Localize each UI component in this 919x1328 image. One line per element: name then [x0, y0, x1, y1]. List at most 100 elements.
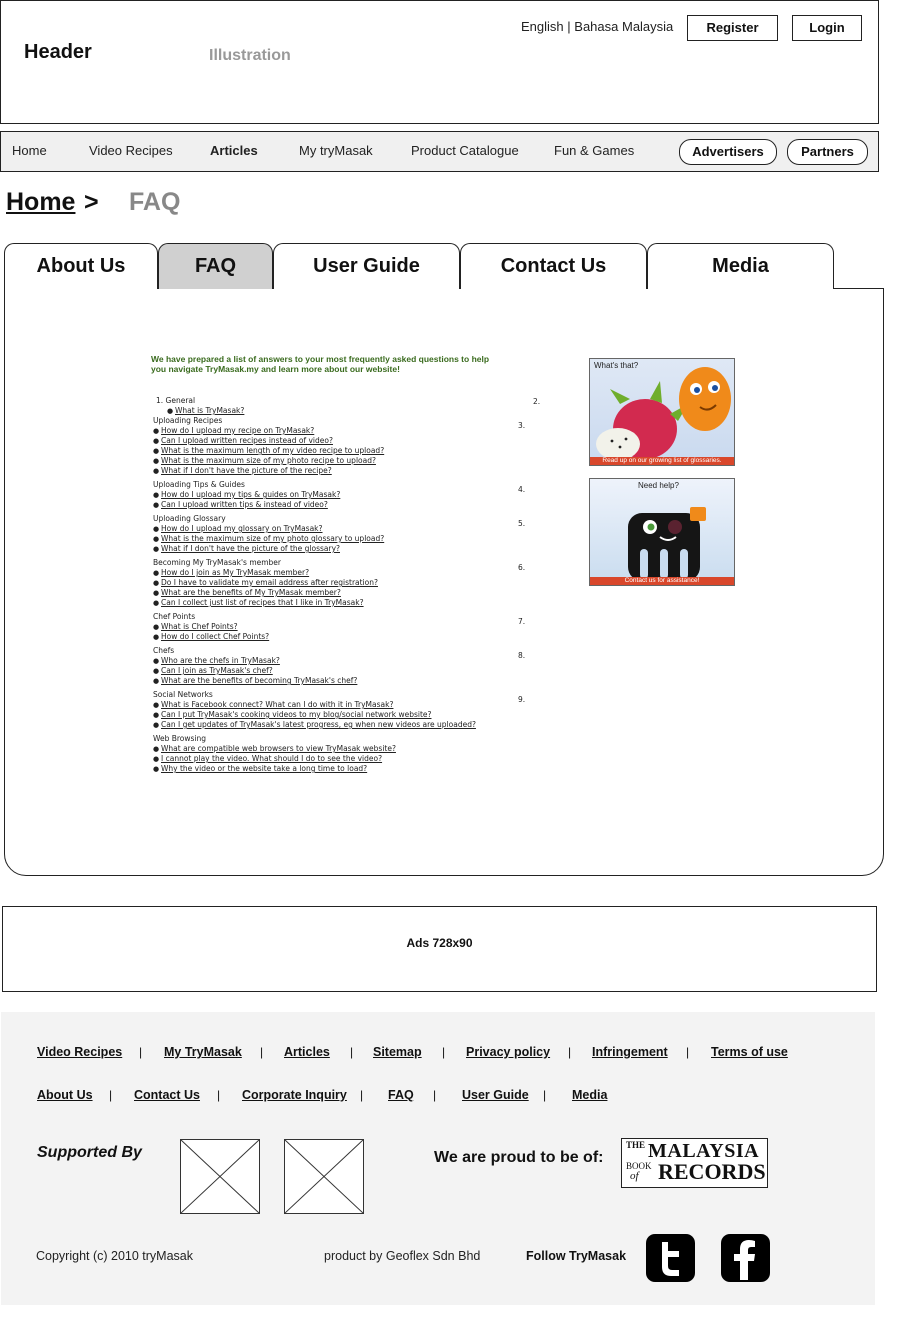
nav-item-fun-games[interactable]: Fun & Games	[554, 143, 634, 158]
faq-question[interactable]: ● Why the video or the website take a lon…	[153, 764, 533, 774]
faq-question[interactable]: ● What if I don't have the picture of the…	[153, 544, 533, 554]
faq-question-link[interactable]: What are compatible web browsers to view…	[161, 744, 396, 753]
footer-link-corporate-inquiry[interactable]: Corporate Inquiry	[242, 1088, 347, 1102]
login-button[interactable]: Login	[792, 15, 862, 41]
ad-banner-placeholder[interactable]: Ads 728x90	[2, 906, 877, 992]
help-promo-banner[interactable]: Need help? Contact us for assistance!	[589, 478, 735, 586]
faq-question-link[interactable]: What is TryMasak?	[175, 406, 244, 415]
footer-link-my-trymasak[interactable]: My TryMasak	[164, 1045, 242, 1059]
faq-question-link[interactable]: Can I put TryMasak's cooking videos to m…	[161, 710, 431, 719]
faq-question[interactable]: ● Can I join as TryMasak's chef?	[153, 666, 533, 676]
faq-question[interactable]: ● I cannot play the video. What should I …	[153, 754, 533, 764]
faq-question[interactable]: ● How do I upload my recipe on TryMasak?	[153, 426, 533, 436]
footer-link-video-recipes[interactable]: Video Recipes	[37, 1045, 122, 1059]
faq-question[interactable]: ● What are the benefits of My TryMasak me…	[153, 588, 533, 598]
faq-question[interactable]: ● Can I upload written tips & instead of …	[153, 500, 533, 510]
faq-question-link[interactable]: What is the maximum size of my photo rec…	[161, 456, 376, 465]
faq-question[interactable]: ● How do I join as My TryMasak member?	[153, 568, 533, 578]
faq-question[interactable]: ● How do I upload my glossary on TryMasak…	[153, 524, 533, 534]
faq-question[interactable]: ● Can I upload written recipes instead of…	[153, 436, 533, 446]
faq-number: 5.	[518, 519, 526, 528]
footer-link-about-us[interactable]: About Us	[37, 1088, 93, 1102]
faq-question-link[interactable]: What is the maximum length of my video r…	[161, 446, 384, 455]
faq-section-title: 1. General	[156, 396, 196, 405]
nav-item-articles[interactable]: Articles	[210, 143, 258, 158]
faq-question-link[interactable]: Can I upload written tips & instead of v…	[161, 500, 328, 509]
faq-question[interactable]: ● What is TryMasak?	[153, 406, 533, 416]
breadcrumb-home-link[interactable]: Home	[6, 188, 75, 217]
faq-question-link[interactable]: How do I upload my recipe on TryMasak?	[161, 426, 314, 435]
faq-question-link[interactable]: Do I have to validate my email address a…	[161, 578, 378, 587]
faq-question-link[interactable]: Who are the chefs in TryMasak?	[161, 656, 280, 665]
tab-media[interactable]: Media	[647, 243, 834, 289]
footer-link-media[interactable]: Media	[572, 1088, 607, 1102]
faq-question-link[interactable]: Why the video or the website take a long…	[161, 764, 367, 773]
faq-question-link[interactable]: I cannot play the video. What should I d…	[161, 754, 382, 763]
footer-link-infringement[interactable]: Infringement	[592, 1045, 668, 1059]
faq-question[interactable]: ● Can I collect just list of recipes that…	[153, 598, 533, 608]
faq-question-link[interactable]: What is Chef Points?	[161, 622, 238, 631]
faq-question-link[interactable]: How do I collect Chef Points?	[161, 632, 269, 641]
faq-question[interactable]: ● What are compatible web browsers to vie…	[153, 744, 533, 754]
faq-question[interactable]: ● What is Facebook connect? What can I do…	[153, 700, 533, 710]
faq-question-link[interactable]: Can I upload written recipes instead of …	[161, 436, 333, 445]
faq-question[interactable]: ● Who are the chefs in TryMasak?	[153, 656, 533, 666]
footer-link-articles[interactable]: Articles	[284, 1045, 330, 1059]
faq-question-link[interactable]: Can I join as TryMasak's chef?	[161, 666, 273, 675]
footer-separator: |	[568, 1045, 572, 1059]
faq-question-link[interactable]: What is Facebook connect? What can I do …	[161, 700, 393, 709]
faq-question-link[interactable]: How do I upload my tips & guides on TryM…	[161, 490, 340, 499]
partners-button[interactable]: Partners	[787, 139, 868, 165]
faq-question-link[interactable]: What is the maximum size of my photo glo…	[161, 534, 384, 543]
faq-question-link[interactable]: Can I collect just list of recipes that …	[161, 598, 364, 607]
footer-separator: |	[433, 1088, 437, 1102]
faq-question[interactable]: ● What if I don't have the picture of the…	[153, 466, 533, 476]
footer-link-privacy-policy[interactable]: Privacy policy	[466, 1045, 550, 1059]
footer-link-contact-us[interactable]: Contact Us	[134, 1088, 200, 1102]
footer-link-user-guide[interactable]: User Guide	[462, 1088, 529, 1102]
faq-question-link[interactable]: How do I join as My TryMasak member?	[161, 568, 309, 577]
faq-question[interactable]: ● Do I have to validate my email address …	[153, 578, 533, 588]
register-button[interactable]: Register	[687, 15, 778, 41]
footer-link-faq[interactable]: FAQ	[388, 1088, 414, 1102]
header-illustration: Illustration	[209, 47, 291, 64]
nav-item-product-catalogue[interactable]: Product Catalogue	[411, 143, 519, 158]
faq-question[interactable]: ● What is the maximum size of my photo gl…	[153, 534, 533, 544]
faq-question[interactable]: ● What are the benefits of becoming TryMa…	[153, 676, 533, 686]
faq-question-link[interactable]: Can I get updates of TryMasak's latest p…	[161, 720, 476, 729]
faq-question-link[interactable]: What if I don't have the picture of the …	[161, 544, 340, 553]
nav-item-my-trymasak[interactable]: My tryMasak	[299, 143, 373, 158]
tab-user-guide[interactable]: User Guide	[273, 243, 460, 289]
malaysia-book-of-records-logo[interactable]: THE MALAYSIA BOOK of RECORDS	[621, 1138, 768, 1188]
faq-question-link[interactable]: What if I don't have the picture of the …	[161, 466, 332, 475]
faq-question[interactable]: ● What is the maximum size of my photo re…	[153, 456, 533, 466]
faq-question-link[interactable]: How do I upload my glossary on TryMasak?	[161, 524, 323, 533]
faq-question[interactable]: ● How do I collect Chef Points?	[153, 632, 533, 642]
nav-item-video-recipes[interactable]: Video Recipes	[89, 143, 173, 158]
footer-separator: |	[442, 1045, 446, 1059]
faq-question[interactable]: ● Can I put TryMasak's cooking videos to …	[153, 710, 533, 720]
faq-question-link[interactable]: What are the benefits of My TryMasak mem…	[161, 588, 341, 597]
glossary-promo-banner[interactable]: What's that? Read up on our growing list…	[589, 358, 735, 466]
footer-link-terms-of-use[interactable]: Terms of use	[711, 1045, 788, 1059]
footer-link-sitemap[interactable]: Sitemap	[373, 1045, 422, 1059]
tab-about-us[interactable]: About Us	[4, 243, 158, 289]
faq-question[interactable]: ● What is the maximum length of my video …	[153, 446, 533, 456]
header: Header Illustration English | Bahasa Mal…	[0, 0, 879, 124]
faq-question[interactable]: ● Can I get updates of TryMasak's latest …	[153, 720, 533, 730]
facebook-icon[interactable]	[721, 1234, 770, 1282]
tab-faq[interactable]: FAQ	[158, 243, 273, 289]
copyright-text: Copyright (c) 2010 tryMasak	[36, 1249, 194, 1263]
lang-malay-link[interactable]: Bahasa Malaysia	[574, 19, 673, 34]
advertisers-button[interactable]: Advertisers	[679, 139, 777, 165]
faq-question[interactable]: ● What is Chef Points?	[153, 622, 533, 632]
lang-english-link[interactable]: English	[521, 19, 564, 34]
language-switcher: English | Bahasa Malaysia	[521, 19, 673, 34]
footer-separator: |	[350, 1045, 354, 1059]
faq-section-title: Uploading Tips & Guides	[153, 480, 245, 489]
nav-item-home[interactable]: Home	[12, 143, 47, 158]
faq-question[interactable]: ● How do I upload my tips & guides on Try…	[153, 490, 533, 500]
twitter-icon[interactable]	[646, 1234, 695, 1282]
faq-question-link[interactable]: What are the benefits of becoming TryMas…	[161, 676, 357, 685]
tab-contact-us[interactable]: Contact Us	[460, 243, 647, 289]
